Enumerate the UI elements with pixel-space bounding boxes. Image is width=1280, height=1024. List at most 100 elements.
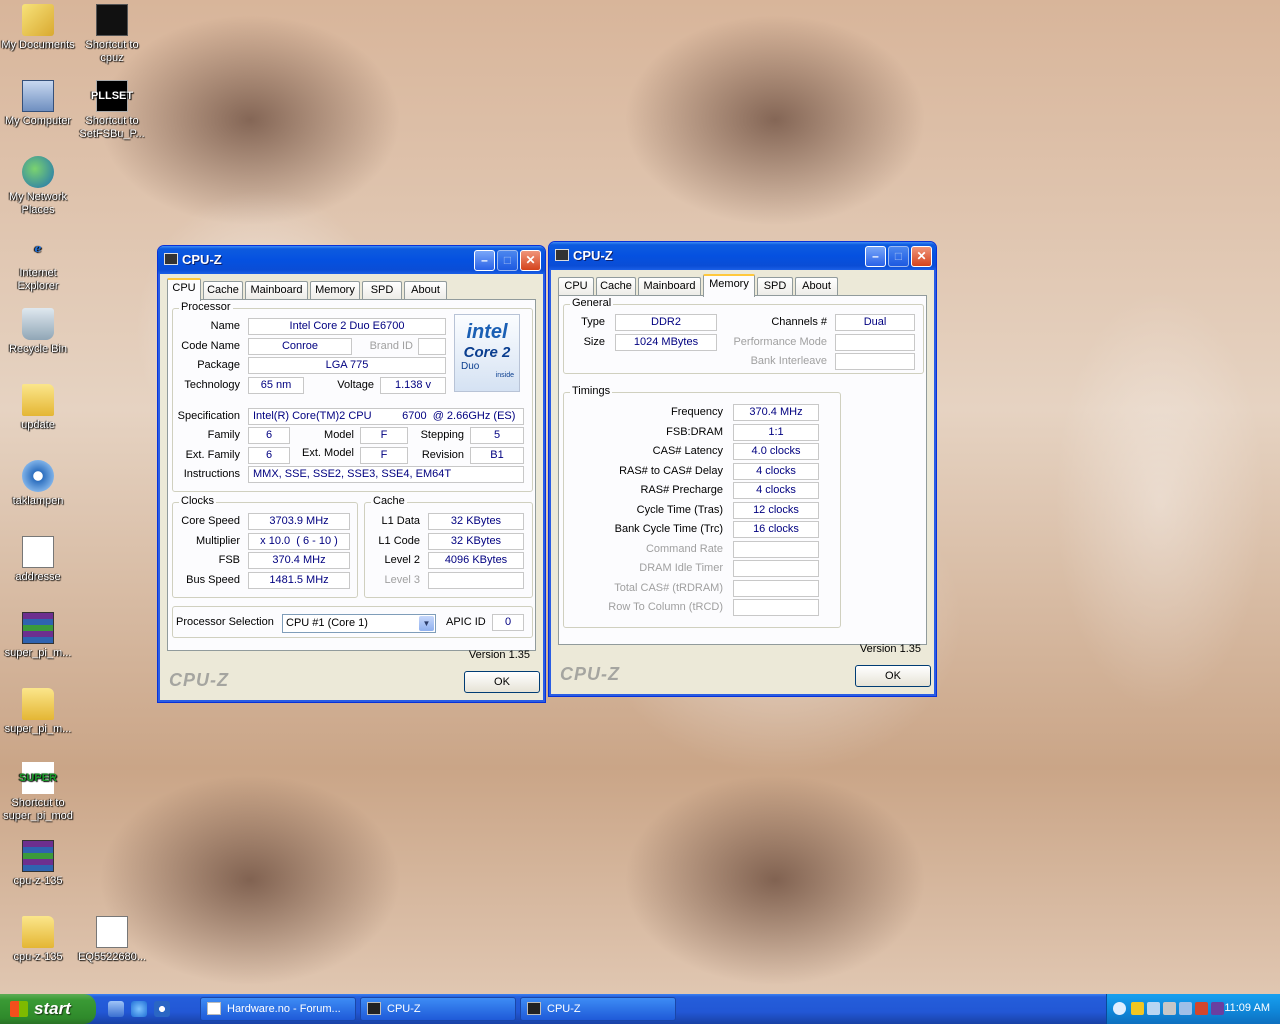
maximize-button[interactable]: □ [497, 250, 518, 271]
voltage-label: Voltage [337, 379, 374, 391]
media-file-icon [22, 460, 54, 492]
desktop-icon-taklampen[interactable]: taklampen [0, 460, 76, 508]
tab-about[interactable]: About [404, 281, 447, 300]
browser-icon [207, 1002, 221, 1015]
stepping-label: Stepping [420, 429, 464, 441]
performance-mode-label: Performance Mode [733, 336, 827, 348]
desktop-icon-internet-explorer[interactable]: e Internet Explorer [0, 232, 76, 293]
ok-button[interactable]: OK [464, 671, 540, 693]
show-desktop-icon[interactable] [108, 1001, 124, 1017]
desktop-icon-update[interactable]: update [0, 384, 76, 432]
tray-app-icon[interactable] [1211, 1002, 1224, 1015]
security-icon[interactable] [1195, 1002, 1208, 1015]
desktop-icon-super-pi-folder[interactable]: super_pi_m... [0, 688, 76, 736]
set-glyph: SET [111, 89, 134, 102]
type-label: Type [581, 316, 605, 328]
desktop-icon-recycle-bin[interactable]: Recycle Bin [0, 308, 76, 356]
close-button[interactable]: ✕ [911, 246, 932, 267]
windows-flag-icon [10, 1001, 28, 1017]
channels-label: Channels # [771, 316, 827, 328]
intel-core2-duo-logo: intel Core 2 Duo inside [454, 314, 520, 392]
desktop-icon-setfsb-shortcut[interactable]: PLL SET Shortcut to SetFSBu_P... [74, 80, 150, 141]
timing-label: Row To Column (tRCD) [608, 601, 723, 613]
folder-icon [22, 384, 54, 416]
timing-label: Cycle Time (Tras) [636, 503, 723, 516]
taskbar-button-hardware-forum[interactable]: Hardware.no - Forum... [200, 997, 356, 1021]
model-value: F [360, 427, 408, 444]
cpuz-window-memory[interactable]: CPU-Z – □ ✕ CPU Cache Mainboard Memory S… [548, 241, 937, 697]
timing-value: 16 clocks [733, 521, 819, 538]
desktop-icon-network-places[interactable]: My Network Places [0, 156, 76, 217]
folder-icon [22, 688, 54, 720]
internet-explorer-icon[interactable] [131, 1001, 147, 1017]
tab-memory[interactable]: Memory [703, 274, 755, 297]
desktop-icon-cpuz-shortcut[interactable]: Shortcut to cpuz [74, 4, 150, 65]
desktop-icon-addresse[interactable]: addresse [0, 536, 76, 584]
desktop-icon-label: Internet Explorer [17, 267, 59, 292]
network-icon[interactable] [1147, 1002, 1160, 1015]
tab-mainboard[interactable]: Mainboard [245, 281, 308, 300]
title-bar[interactable]: CPU-Z – □ ✕ [549, 242, 936, 270]
timing-value: 4 clocks [733, 482, 819, 499]
tab-cache[interactable]: Cache [203, 281, 243, 300]
taskbar-button-label: CPU-Z [387, 1003, 421, 1015]
desktop-icon-cpuz-rar[interactable]: cpu-z-135 [0, 840, 76, 888]
group-title: General [570, 297, 614, 309]
tray-expand-icon[interactable] [1113, 1002, 1126, 1015]
processor-selection-dropdown[interactable]: CPU #1 (Core 1) ▼ [282, 614, 436, 633]
multiplier-value: x 10.0 ( 6 - 10 ) [248, 533, 350, 550]
desktop-icon-my-computer[interactable]: My Computer [0, 80, 76, 128]
start-button[interactable]: start [0, 994, 96, 1024]
timing-label: Command Rate [645, 542, 723, 555]
rar-archive-icon [22, 840, 54, 872]
tab-cache[interactable]: Cache [596, 277, 636, 296]
timing-label: CAS# Latency [652, 445, 723, 457]
desktop-icon-super-pi-shortcut[interactable]: SUPER Shortcut to super_pi_mod [0, 762, 76, 823]
tab-cpu[interactable]: CPU [167, 278, 201, 301]
tab-spd[interactable]: SPD [362, 281, 402, 300]
document-icon [22, 536, 54, 568]
tab-memory[interactable]: Memory [310, 281, 360, 300]
minimize-button[interactable]: – [474, 250, 495, 271]
taskbar-button-cpuz-2[interactable]: CPU-Z [520, 997, 676, 1021]
multiplier-label: Multiplier [195, 535, 240, 547]
ext-family-value: 6 [248, 447, 290, 464]
clock: 11:09 AM [1224, 1002, 1270, 1014]
ok-button[interactable]: OK [855, 665, 931, 687]
performance-mode-value [835, 334, 915, 351]
brandid-label: Brand ID [369, 340, 413, 352]
tab-cpu[interactable]: CPU [558, 277, 594, 296]
tab-spd[interactable]: SPD [757, 277, 793, 296]
timing-label: Frequency [671, 406, 723, 418]
desktop-icon-my-documents[interactable]: My Documents [0, 4, 76, 52]
desktop-icon-eq-document[interactable]: EQ5522680... [74, 916, 150, 964]
volume-icon[interactable] [1163, 1002, 1176, 1015]
specification-value: Intel(R) Core(TM)2 CPU 6700 @ 2.66GHz (E… [248, 408, 524, 425]
tab-about[interactable]: About [795, 277, 838, 296]
internet-explorer-icon: e [34, 241, 42, 255]
minimize-button[interactable]: – [865, 246, 886, 267]
taskbar-button-cpuz-1[interactable]: CPU-Z [360, 997, 516, 1021]
logo-intel-text: intel [466, 321, 508, 343]
revision-value: B1 [470, 447, 524, 464]
recycle-bin-icon [22, 308, 54, 340]
voltage-value: 1.138 v [380, 377, 446, 394]
instructions-label: Instructions [183, 468, 240, 480]
desktop-icon-label: Shortcut to cpuz [85, 39, 139, 64]
l1-code-label: L1 Code [378, 535, 420, 547]
cpuz-window-cpu[interactable]: CPU-Z – □ ✕ CPU Cache Mainboard Memory S… [157, 245, 546, 703]
desktop-icon-cpuz-folder[interactable]: cpu-z-135 [0, 916, 76, 964]
specification-label: Specification [177, 410, 240, 422]
title-bar[interactable]: CPU-Z – □ ✕ [158, 246, 545, 274]
media-player-icon[interactable] [154, 1001, 170, 1017]
network-icon[interactable] [1179, 1002, 1192, 1015]
timing-value [733, 599, 819, 616]
desktop-icon-super-pi-rar[interactable]: super_pi_m... [0, 612, 76, 660]
shield-icon[interactable] [1131, 1002, 1144, 1015]
maximize-button[interactable]: □ [888, 246, 909, 267]
close-button[interactable]: ✕ [520, 250, 541, 271]
group-title: Cache [371, 495, 407, 507]
tab-mainboard[interactable]: Mainboard [638, 277, 701, 296]
timing-value [733, 579, 819, 597]
chevron-down-icon[interactable]: ▼ [419, 616, 434, 631]
